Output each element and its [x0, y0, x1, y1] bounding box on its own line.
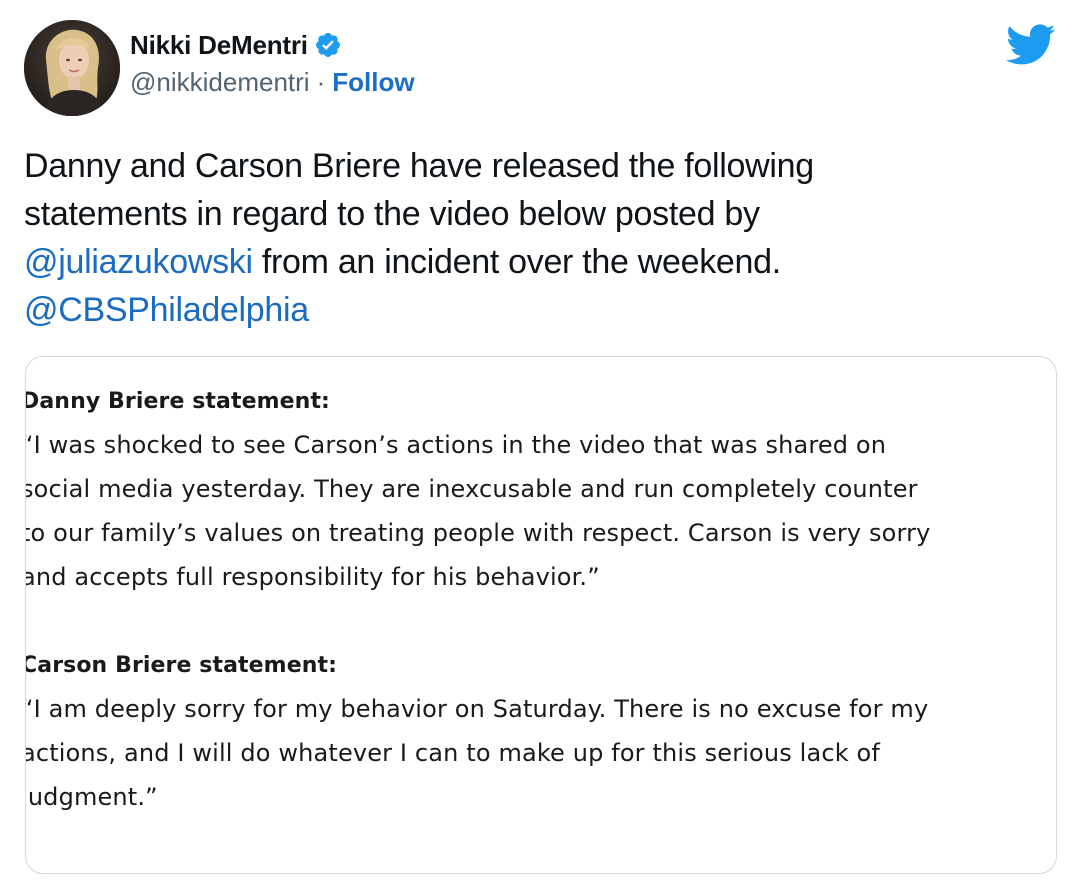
- danny-statement-line-3: to our family’s values on treating peopl…: [25, 519, 931, 547]
- separator-dot: ·: [316, 66, 326, 97]
- tweet-media-image[interactable]: Danny Briere statement: “I was shocked t…: [25, 356, 1057, 874]
- tweet-line-1: Danny and Carson Briere have released th…: [24, 147, 814, 185]
- tweet-line-2: statements in regard to the video below …: [24, 195, 760, 233]
- statement-document: Danny Briere statement: “I was shocked t…: [26, 357, 1056, 873]
- danny-statement-line-1: “I was shocked to see Carson’s actions i…: [25, 431, 887, 459]
- tweet-line-3-text: from an incident over the weekend.: [252, 243, 781, 281]
- follow-button[interactable]: Follow: [332, 67, 414, 98]
- twitter-bird-icon[interactable]: [1006, 24, 1056, 66]
- tweet-line-4: @CBSPhiladelphia: [24, 286, 1024, 334]
- danny-statement-line-4: and accepts full responsibility for his …: [25, 563, 600, 591]
- mention-link-juliazukowski[interactable]: @juliazukowski: [24, 243, 253, 281]
- danny-statement-heading: Danny Briere statement:: [25, 389, 330, 414]
- tweet-line-3: @juliazukowski from an incident over the…: [24, 238, 1024, 286]
- carson-statement-heading: Carson Briere statement:: [25, 653, 337, 678]
- tweet-card: Nikki DeMentri @nikkidementri · Follow D…: [0, 0, 1078, 892]
- tweet-text: Danny and Carson Briere have released th…: [24, 142, 1024, 334]
- author-handle-row: @nikkidementri · Follow: [130, 62, 415, 102]
- carson-statement-line-2: actions, and I will do whatever I can to…: [25, 739, 880, 767]
- danny-statement-line-2: social media yesterday. They are inexcus…: [25, 475, 918, 503]
- avatar-photo: [24, 20, 120, 116]
- mention-link-cbsphiladelphia[interactable]: @CBSPhiladelphia: [24, 291, 309, 329]
- author-name-row: Nikki DeMentri: [130, 28, 415, 62]
- carson-statement-line-3: judgment.”: [25, 783, 158, 811]
- author-handle[interactable]: @nikkidementri: [130, 67, 310, 98]
- carson-statement-line-1: “I am deeply sorry for my behavior on Sa…: [25, 695, 929, 723]
- author-info: Nikki DeMentri @nikkidementri · Follow: [130, 28, 415, 108]
- verified-badge-icon: [314, 31, 342, 59]
- author-avatar[interactable]: [24, 20, 120, 116]
- author-display-name[interactable]: Nikki DeMentri: [130, 30, 308, 61]
